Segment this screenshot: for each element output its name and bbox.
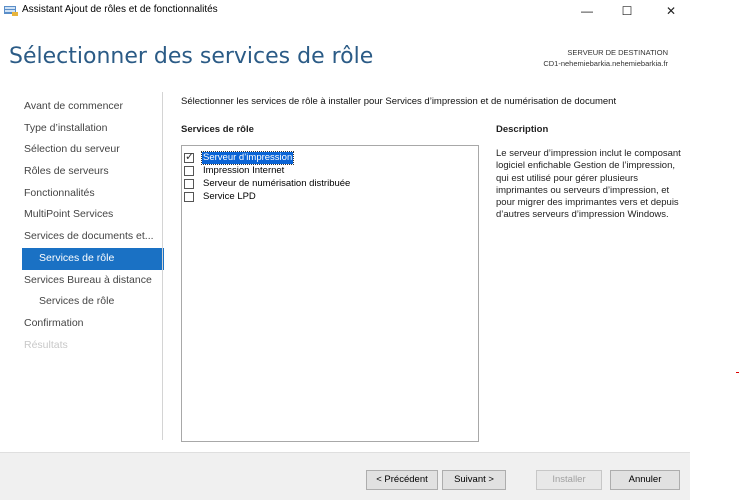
maximize-button[interactable]: ☐: [610, 0, 644, 22]
previous-button[interactable]: < Précédent: [366, 470, 438, 490]
nav-divider: [162, 92, 163, 440]
minimize-button[interactable]: —: [570, 0, 604, 22]
list-item-label[interactable]: Serveur de numérisation distribuée: [202, 178, 351, 190]
nav-item-services-role-active[interactable]: Services de rôle: [22, 247, 164, 270]
server-manager-icon: [4, 6, 18, 16]
nav-item-multipoint-services[interactable]: MultiPoint Services: [22, 204, 164, 226]
red-mark: [736, 372, 739, 373]
checkbox-serveur-impression[interactable]: [184, 151, 194, 163]
cancel-button[interactable]: Annuler: [610, 470, 680, 490]
intro-text: Sélectionner les services de rôle à inst…: [181, 96, 617, 107]
nav-item-services-documents[interactable]: Services de documents et...: [22, 226, 164, 248]
title-bar: Assistant Ajout de rôles et de fonctionn…: [0, 0, 690, 22]
nav-item-fonctionnalites[interactable]: Fonctionnalités: [22, 183, 164, 205]
services-header: Services de rôle: [181, 124, 254, 135]
nav-item-roles-serveurs[interactable]: Rôles de serveurs: [22, 161, 164, 183]
close-button[interactable]: ✕: [654, 0, 688, 22]
nav-item-resultats: Résultats: [24, 338, 68, 351]
install-button: Installer: [536, 470, 602, 490]
list-item-label[interactable]: Impression Internet: [202, 165, 285, 177]
nav-item-avant-de-commencer[interactable]: Avant de commencer: [22, 96, 164, 118]
next-button[interactable]: Suivant >: [442, 470, 506, 490]
checkbox-impression-internet[interactable]: [184, 166, 194, 176]
nav-item-services-bureau-distance[interactable]: Services Bureau à distance: [22, 270, 164, 292]
wizard-nav: Avant de commencer Type d’installation S…: [22, 96, 164, 356]
list-item[interactable]: Impression Internet: [184, 165, 285, 177]
window-title: Assistant Ajout de rôles et de fonctionn…: [22, 4, 218, 15]
page-title: Sélectionner des services de rôle: [9, 44, 374, 69]
checkbox-serveur-numerisation[interactable]: [184, 179, 194, 189]
footer-bar: < Précédent Suivant > Installer Annuler: [0, 452, 690, 500]
wizard-window: Assistant Ajout de rôles et de fonctionn…: [0, 0, 690, 500]
nav-item-type-installation[interactable]: Type d’installation: [22, 118, 164, 140]
list-item[interactable]: Service LPD: [184, 191, 257, 203]
checkbox-service-lpd[interactable]: [184, 192, 194, 202]
list-item-label[interactable]: Serveur d’impression: [200, 151, 295, 165]
description-header: Description: [496, 124, 549, 135]
nav-item-selection-serveur[interactable]: Sélection du serveur: [22, 139, 164, 161]
description-text: Le serveur d’impression inclut le compos…: [496, 148, 681, 221]
destination-server: SERVEUR DE DESTINATION CD1-nehemiebarkia…: [543, 47, 668, 69]
destination-label: SERVEUR DE DESTINATION: [567, 48, 668, 57]
destination-server-name: CD1-nehemiebarkia.nehemiebarkia.fr: [543, 59, 668, 68]
nav-item-confirmation[interactable]: Confirmation: [22, 313, 164, 335]
list-item-label[interactable]: Service LPD: [202, 191, 257, 203]
list-item[interactable]: Serveur d’impression: [184, 151, 295, 165]
list-item[interactable]: Serveur de numérisation distribuée: [184, 178, 351, 190]
role-services-list[interactable]: Serveur d’impression Impression Internet…: [181, 145, 479, 442]
nav-item-services-role[interactable]: Services de rôle: [22, 291, 164, 313]
